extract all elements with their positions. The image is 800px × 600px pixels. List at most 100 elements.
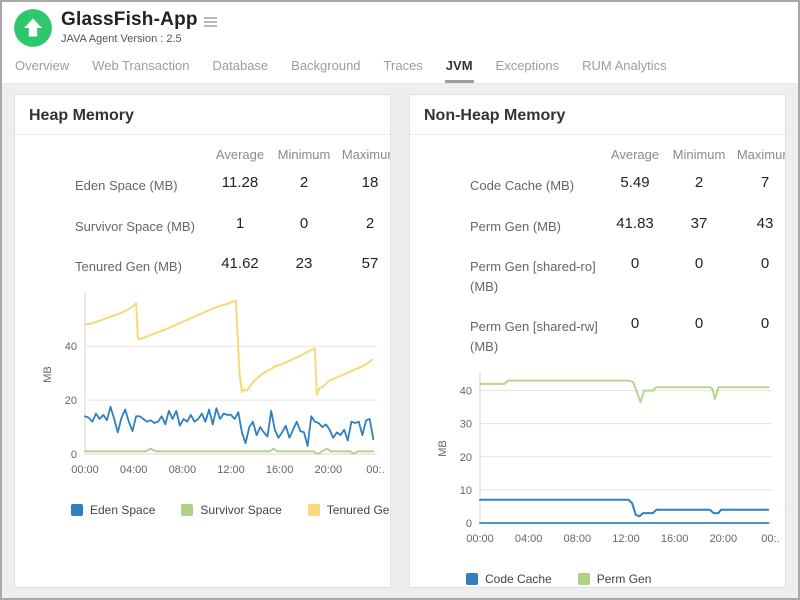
- metric-label: Eden Space (MB): [29, 174, 207, 196]
- metric-value: 2: [273, 174, 335, 191]
- x-tick-label: 16:00: [661, 533, 689, 545]
- metric-label: Code Cache (MB): [424, 174, 602, 196]
- legend-label: Tenured Gen: [327, 503, 391, 517]
- metric-value: 0: [730, 315, 786, 332]
- legend-label: Perm Gen: [597, 572, 652, 586]
- column-header-minimum: Minimum: [668, 147, 730, 162]
- metric-value: 2: [668, 174, 730, 191]
- x-tick-label: 20:00: [315, 464, 343, 476]
- tab-database[interactable]: Database: [212, 51, 270, 83]
- heap-memory-chart[interactable]: 0204000:0004:0008:0012:0016:0020:0000:..…: [37, 288, 385, 486]
- metric-value: 43: [730, 215, 786, 232]
- x-tick-label: 08:00: [169, 464, 197, 476]
- metric-value: 18: [335, 174, 391, 191]
- table-row-tenured-gen-mb: Tenured Gen (MB)41.622357: [29, 245, 390, 286]
- metric-value: 0: [668, 315, 730, 332]
- table-row-survivor-space-mb: Survivor Space (MB)102: [29, 205, 390, 246]
- legend-label: Eden Space: [90, 503, 155, 517]
- metric-value: 0: [602, 315, 668, 332]
- content-area: Heap Memory AverageMinimumMaximumEden Sp…: [2, 84, 798, 598]
- x-tick-label: 08:00: [564, 533, 592, 545]
- x-tick-label: 04:00: [515, 533, 543, 545]
- tab-exceptions[interactable]: Exceptions: [495, 51, 561, 83]
- metric-value: 11.28: [207, 174, 273, 191]
- x-tick-label: 00:..: [761, 533, 780, 545]
- non-heap-memory-chart[interactable]: 0 10 20 30 40 00:00 04:00 08:00 12:00 16:00 20:00 0…: [432, 367, 780, 555]
- legend-swatch-icon: [71, 504, 83, 516]
- legend-swatch-icon: [308, 504, 320, 516]
- column-header-minimum: Minimum: [273, 147, 335, 162]
- column-header-average: Average: [602, 147, 668, 162]
- metric-value: 2: [335, 215, 391, 232]
- heap-chart-legend: Eden Space Survivor Space Tenured Gen: [71, 503, 390, 517]
- hamburger-menu-icon[interactable]: [204, 17, 217, 27]
- legend-item-code-cache[interactable]: Code Cache: [466, 572, 552, 586]
- y-tick-label: 20: [460, 452, 472, 464]
- y-tick-label: 10: [460, 485, 472, 497]
- y-axis-label: MB: [42, 366, 54, 383]
- legend-row: Code Cache Perm Gen: [466, 572, 785, 586]
- column-header-average: Average: [207, 147, 273, 162]
- x-tick-label: 20:00: [710, 533, 738, 545]
- y-tick-label: 20: [65, 395, 77, 407]
- legend-swatch-icon: [578, 573, 590, 585]
- heap-chart-wrap: 0204000:0004:0008:0012:0016:0020:0000:..…: [37, 288, 390, 491]
- series-tenured-gen-line: [85, 300, 372, 394]
- table-row-perm-gen-shared-ro-mb: Perm Gen [shared-ro] (MB)000: [424, 245, 785, 305]
- agent-version-label: JAVA Agent Version : 2.5: [61, 33, 217, 45]
- legend-swatch-icon: [181, 504, 193, 516]
- legend-label: Survivor Space: [200, 503, 281, 517]
- metric-value: 0: [273, 215, 335, 232]
- x-tick-label: 04:00: [120, 464, 148, 476]
- column-header-maximum: Maximum: [730, 147, 786, 162]
- heap-stats-table: AverageMinimumMaximum Eden Space (MB)11.2…: [29, 139, 390, 286]
- table-row-code-cache-mb: Code Cache (MB)5.4927: [424, 164, 785, 205]
- x-tick-label: 12:00: [612, 533, 640, 545]
- y-tick-label: 0: [466, 518, 472, 530]
- metric-label: Survivor Space (MB): [29, 215, 207, 237]
- table-header-row: AverageMinimumMaximum: [424, 139, 785, 164]
- table-row-perm-gen-mb: Perm Gen (MB)41.833743: [424, 205, 785, 246]
- tab-rum-analytics[interactable]: RUM Analytics: [581, 51, 668, 83]
- series-perm-gen-line: [480, 381, 768, 403]
- metric-label: Perm Gen [shared-rw] (MB): [424, 315, 602, 356]
- y-tick-label: 30: [460, 419, 472, 431]
- tab-traces[interactable]: Traces: [383, 51, 424, 83]
- legend-label: Code Cache: [485, 572, 552, 586]
- metric-value: 57: [335, 255, 391, 272]
- x-tick-label: 00:00: [466, 533, 494, 545]
- metric-value: 0: [602, 255, 668, 272]
- table-row-perm-gen-shared-rw-mb: Perm Gen [shared-rw] (MB)000: [424, 305, 785, 365]
- metric-value: 41.83: [602, 215, 668, 232]
- legend-item-tenured-gen[interactable]: Tenured Gen: [308, 503, 391, 517]
- legend-item-eden-space[interactable]: Eden Space: [71, 503, 155, 517]
- series-code-cache-line: [480, 500, 768, 517]
- x-tick-label: 00:00: [71, 464, 99, 476]
- tab-background[interactable]: Background: [290, 51, 361, 83]
- tab-web-transaction[interactable]: Web Transaction: [91, 51, 190, 83]
- y-tick-label: 40: [460, 386, 472, 398]
- legend-item-survivor-space[interactable]: Survivor Space: [181, 503, 281, 517]
- tab-jvm[interactable]: JVM: [445, 51, 474, 83]
- page-title: GlassFish-App: [61, 9, 198, 31]
- tab-bar: Overview Web Transaction Database Backgroun…: [2, 47, 798, 84]
- panel-non-heap-memory: Non-Heap Memory AverageMinimumMaximumCod…: [409, 94, 786, 588]
- metric-value: 7: [730, 174, 786, 191]
- metric-value: 0: [668, 255, 730, 272]
- metric-value: 0: [730, 255, 786, 272]
- tab-overview[interactable]: Overview: [14, 51, 70, 83]
- metric-label: Perm Gen (MB): [424, 215, 602, 237]
- metric-value: 41.62: [207, 255, 273, 272]
- y-tick-label: 0: [71, 449, 77, 461]
- metric-value: 23: [273, 255, 335, 272]
- y-axis-label: MB: [437, 440, 449, 457]
- non-heap-chart-legend: Code CachePerm GenPerm Gen [shared-ro]Pe…: [466, 572, 785, 588]
- column-header-maximum: Maximum: [335, 147, 391, 162]
- agent-status-icon: [14, 9, 52, 47]
- legend-item-perm-gen[interactable]: Perm Gen: [578, 572, 652, 586]
- metric-label: Tenured Gen (MB): [29, 255, 207, 277]
- y-tick-label: 40: [65, 341, 77, 353]
- panel-title-non-heap: Non-Heap Memory: [410, 95, 785, 135]
- table-row-eden-space-mb: Eden Space (MB)11.28218: [29, 164, 390, 205]
- metric-label: Perm Gen [shared-ro] (MB): [424, 255, 602, 296]
